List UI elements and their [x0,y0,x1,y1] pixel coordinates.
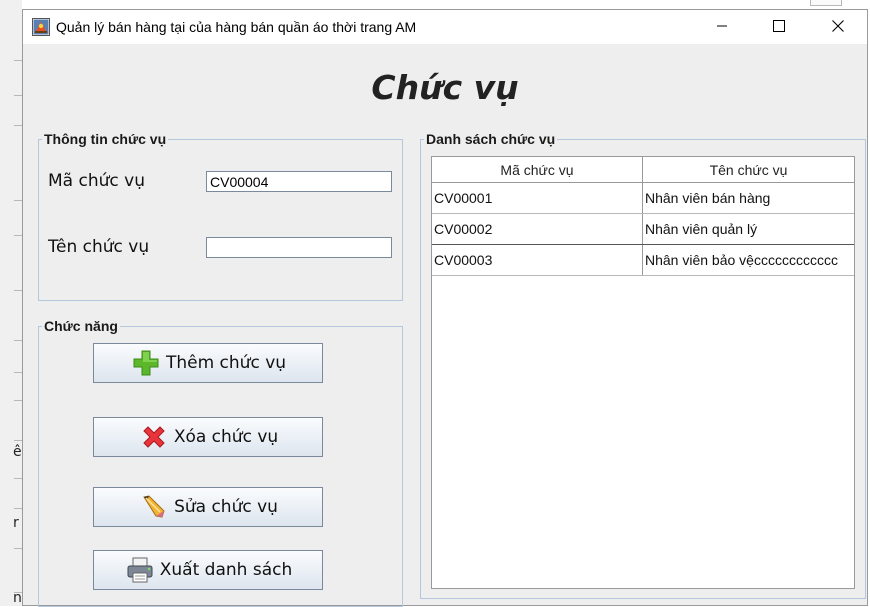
page-title: Chức vụ [371,68,519,107]
background-tick [14,508,22,509]
position-code-field[interactable] [206,171,392,192]
export-list-label: Xuất danh sách [159,560,293,580]
group-title: Chức năng [42,318,120,334]
close-button[interactable] [815,10,861,42]
background-tick [14,235,22,236]
background-letter: r [13,515,19,531]
background-letter: ê [13,444,22,460]
group-title: Thông tin chức vụ [42,131,169,147]
background-tick [14,548,22,549]
plus-icon [130,347,162,379]
background-tick [14,478,22,479]
position-info-group: Thông tin chức vụ Mã chức vụ Tên chức vụ [38,131,403,301]
group-title: Danh sách chức vụ [424,131,558,147]
background-tick [14,125,22,126]
column-header-code[interactable]: Mã chức vụ [432,157,643,182]
cell-name: Nhân viên bảo vệcccccccccccc [645,252,838,268]
printer-icon [124,554,156,586]
background-tick [14,95,22,96]
cell-name: Nhân viên quản lý [645,221,758,237]
delete-position-button[interactable]: Xóa chức vụ [93,417,323,457]
background-tick [14,440,22,441]
delete-x-icon [138,421,170,453]
background-tick [14,60,22,61]
edit-position-label: Sửa chức vụ [174,497,278,517]
background-letter: n [13,590,22,606]
position-code-label: Mã chức vụ [48,171,145,191]
delete-position-label: Xóa chức vụ [173,427,279,447]
function-group: Chức năng Thêm chức vụ Xóa chức vụ Sửa c… [38,318,403,607]
position-list-group: Danh sách chức vụ Mã chức vụ Tên chức vụ… [420,131,866,599]
background-tick [14,400,22,401]
app-window: Quản lý bán hàng tại của hàng bán quần á… [22,9,868,607]
table-row[interactable]: CV00002 Nhân viên quản lý [432,214,854,245]
pencil-icon [138,491,170,523]
position-name-label: Tên chức vụ [48,237,150,257]
java-app-icon [32,18,50,36]
position-table: Mã chức vụ Tên chức vụ CV00001 Nhân viên… [431,156,855,589]
cell-name: Nhân viên bán hàng [645,190,771,206]
cell-code: CV00002 [432,214,643,244]
table-header: Mã chức vụ Tên chức vụ [432,157,854,183]
close-icon [832,20,844,32]
maximize-icon [773,20,785,32]
table-row[interactable]: CV00003 Nhân viên bảo vệcccccccccccc [432,245,854,276]
maximize-button[interactable] [756,10,802,42]
background-control [810,0,842,6]
add-position-button[interactable]: Thêm chức vụ [93,343,323,383]
title-bar: Quản lý bán hàng tại của hàng bán quần á… [23,10,867,44]
edit-position-button[interactable]: Sửa chức vụ [93,487,323,527]
add-position-label: Thêm chức vụ [165,353,287,373]
position-name-field[interactable] [206,237,392,258]
background-tick [14,290,22,291]
window-title: Quản lý bán hàng tại của hàng bán quần á… [56,19,417,35]
background-tick [14,200,22,201]
background-top-strip [22,0,870,9]
minimize-icon [717,25,727,27]
cell-code: CV00001 [432,183,643,213]
minimize-button[interactable] [699,10,745,42]
background-tick [14,340,22,341]
cell-code: CV00003 [432,245,643,275]
export-list-button[interactable]: Xuất danh sách [93,550,323,590]
column-header-name[interactable]: Tên chức vụ [643,157,854,182]
background-window-edge: ê r n [0,0,23,606]
background-tick [14,372,22,373]
table-row[interactable]: CV00001 Nhân viên bán hàng [432,183,854,214]
